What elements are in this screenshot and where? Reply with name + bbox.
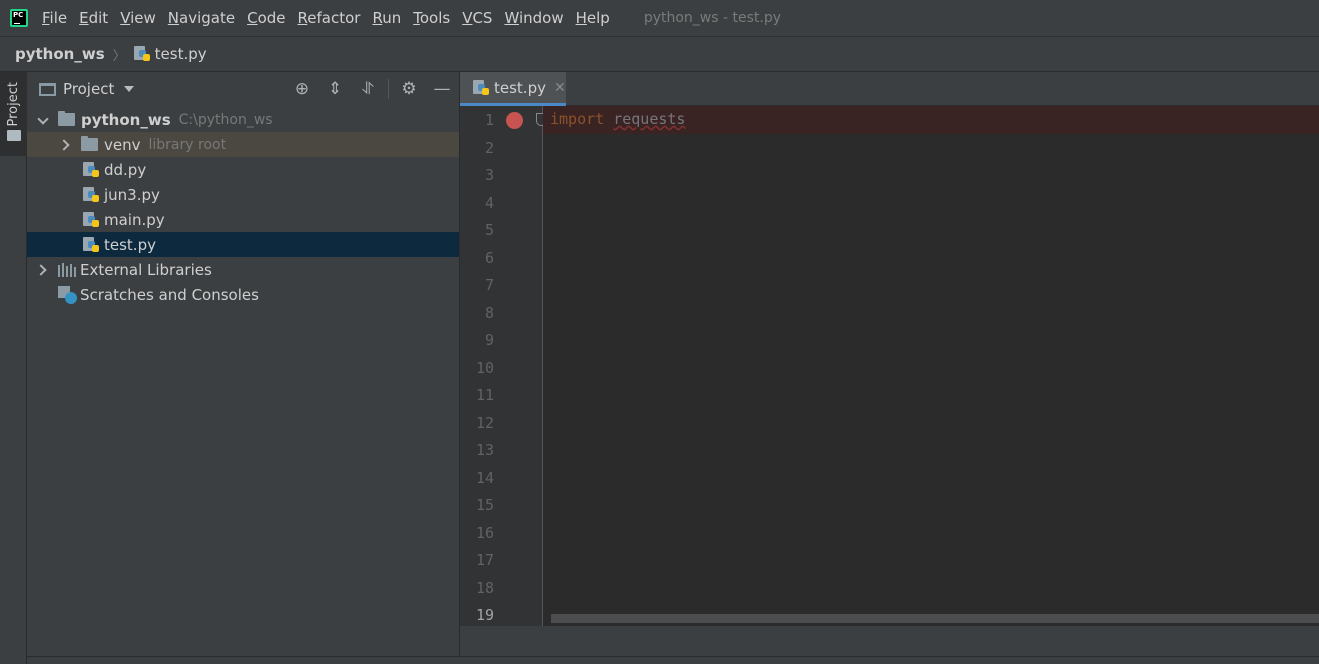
tree-row-file[interactable]: jun3.py [27,182,459,207]
code-keyword: import [550,110,605,128]
file-name: jun3.py [104,185,160,204]
project-panel-header: Project ⊕ ⇕ ⥯ ⚙ — [27,72,459,106]
breadcrumb-file[interactable]: test.py [133,45,207,63]
line-number: 11 [475,386,494,404]
menu-run[interactable]: Run [372,9,401,27]
menu-navigate[interactable]: Navigate [168,9,235,27]
editor-tab-label: test.py [494,78,546,97]
venv-folder-name: venv [104,135,141,154]
line-number: 12 [475,414,494,432]
collapse-all-icon[interactable]: ⥯ [359,80,377,98]
folder-icon [81,136,98,151]
line-number: 18 [475,579,494,597]
line-number: 2 [484,139,494,157]
menu-bar: PC File Edit View Navigate Code Refactor… [0,0,1319,37]
menu-vcs[interactable]: VCS [462,9,492,27]
python-file-icon [133,46,150,62]
expand-all-icon[interactable]: ⇕ [326,80,344,98]
file-name: main.py [104,210,165,229]
python-file-icon [83,161,99,178]
folder-icon [7,130,21,141]
line-number: 8 [484,304,494,322]
code-line-1: import requests [550,110,685,128]
tree-row-scratches[interactable]: Scratches and Consoles [27,282,459,307]
line-number: 10 [475,359,494,377]
project-panel: Project ⊕ ⇕ ⥯ ⚙ — python_ws C:\python_ws… [27,72,460,656]
gear-icon[interactable]: ⚙ [400,80,418,98]
project-tool-tab[interactable]: Project [0,72,27,156]
breadcrumb: python_ws 〉 test.py [0,37,1319,72]
chevron-down-icon[interactable] [124,86,135,92]
python-file-icon [473,79,489,96]
python-file-icon [83,236,99,253]
line-number: 1 [484,111,494,129]
chevron-right-icon[interactable] [60,139,72,151]
line-number: 9 [484,331,494,349]
line-number: 6 [484,249,494,267]
tree-row-root[interactable]: python_ws C:\python_ws [27,107,459,132]
file-name: dd.py [104,160,147,179]
close-icon[interactable]: ✕ [554,80,566,96]
root-folder-name: python_ws [81,110,171,129]
breadcrumb-file-label: test.py [154,45,207,63]
line-number: 3 [484,166,494,184]
horizontal-scrollbar[interactable] [551,614,1319,623]
pycharm-logo-icon: PC [10,9,28,27]
breadcrumb-project[interactable]: python_ws [15,45,105,63]
tree-row-external-libraries[interactable]: External Libraries [27,257,459,282]
menu-window[interactable]: Window [504,9,563,27]
line-number: 16 [475,524,494,542]
tree-row-file[interactable]: main.py [27,207,459,232]
tree-row-file-selected[interactable]: test.py [27,232,459,257]
project-window-icon [39,82,56,96]
editor-bottom-area [460,626,1319,656]
project-tool-tab-label: Project [6,82,21,127]
line-number: 14 [475,469,494,487]
line-number: 17 [475,551,494,569]
editor-tab-bar: test.py ✕ [460,72,1319,106]
python-file-icon [83,211,99,228]
menu-help[interactable]: Help [576,9,610,27]
line-number: 7 [484,276,494,294]
editor-tab-test-py[interactable]: test.py ✕ [460,72,566,106]
root-folder-path: C:\python_ws [178,111,273,128]
tree-row-file[interactable]: dd.py [27,157,459,182]
editor-gutter[interactable]: 1 2 3 4 5 6 7 8 9 10 11 12 13 14 15 16 1… [460,106,546,626]
breadcrumb-chevron-icon: 〉 [112,48,126,64]
window-title: python_ws - test.py [643,10,782,26]
chevron-right-icon[interactable] [37,264,49,276]
menu-refactor[interactable]: Refactor [298,9,361,27]
breakpoint-icon[interactable] [506,112,523,129]
menu-file[interactable]: File [42,9,67,27]
python-file-icon [83,186,99,203]
line-number-current: 19 [475,606,494,624]
menu-code[interactable]: Code [247,9,285,27]
venv-library-root-note: library root [148,136,227,153]
status-bar [27,656,1319,664]
scratches-label: Scratches and Consoles [80,285,259,304]
menu-view[interactable]: View [120,9,156,27]
menu-tools[interactable]: Tools [413,9,450,27]
code-module-unresolved: requests [613,110,686,128]
hide-panel-icon[interactable]: — [433,80,451,98]
scratches-icon [58,285,78,304]
line-number: 4 [484,194,494,212]
locate-file-icon[interactable]: ⊕ [293,80,311,98]
line-number: 13 [475,441,494,459]
project-view-selector[interactable]: Project [63,80,114,98]
file-name: test.py [104,235,156,254]
toolbar-divider [388,79,389,99]
tree-row-venv[interactable]: venv library root [27,132,459,157]
library-icon [58,262,76,277]
folder-icon [58,111,75,126]
code-editor[interactable]: import requests [543,106,1319,626]
external-libraries-label: External Libraries [80,260,212,279]
menu-edit[interactable]: Edit [79,9,108,27]
line-number: 15 [475,496,494,514]
chevron-down-icon[interactable] [37,114,49,126]
line-number: 5 [484,221,494,239]
left-tool-stripe: Project [0,72,27,664]
